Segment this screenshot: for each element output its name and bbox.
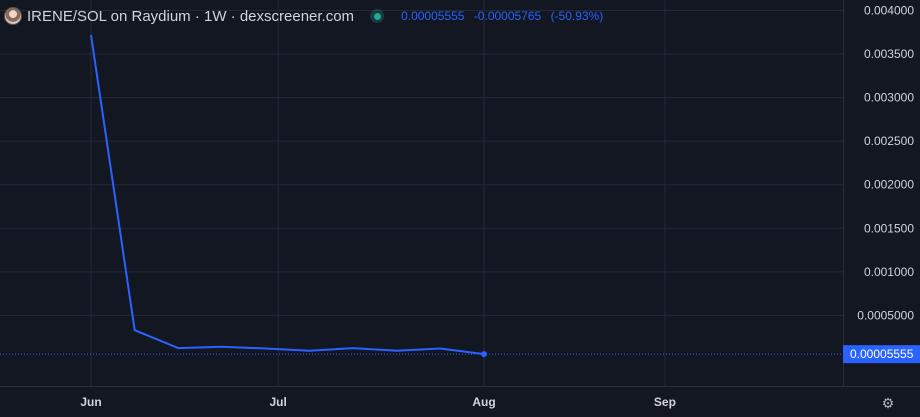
y-tick-label: 0.001000 [864, 265, 914, 279]
x-tick-label: Jul [269, 395, 286, 409]
last-value: 0.00005555 [401, 9, 465, 23]
y-tick-label: 0.001500 [864, 221, 914, 235]
y-tick-label: 0.003500 [864, 47, 914, 61]
x-tick-label: Aug [472, 395, 495, 409]
y-tick-label: 0.004000 [864, 3, 914, 17]
chart-legend: IRENE/SOL on Raydium · 1W · dexscreener.… [4, 5, 603, 27]
change-percent: (-50.93%) [550, 9, 604, 23]
price-chart[interactable]: 0.0005000 0.001000 0.001500 0.002000 0.00250… [0, 0, 920, 417]
price-series-line [90, 34, 485, 356]
token-avatar [4, 7, 22, 25]
x-axis: Jun Jul Aug Sep [0, 386, 920, 409]
status-indicator [370, 9, 385, 23]
last-data-point [481, 351, 487, 358]
x-tick-label: Sep [654, 395, 676, 409]
price-label: 0.00005555 [850, 347, 914, 361]
series-layer [0, 34, 843, 358]
status-dot [373, 12, 381, 20]
x-tick-label: Jun [80, 395, 101, 409]
gear-icon[interactable]: ⚙ [880, 395, 896, 411]
y-tick-label: 0.0005000 [857, 308, 914, 322]
grid [0, 0, 843, 386]
y-tick-label: 0.003000 [864, 91, 914, 105]
y-axis: 0.0005000 0.001000 0.001500 0.002000 0.00250… [843, 0, 920, 386]
y-tick-label: 0.002000 [864, 178, 914, 192]
chart-title: IRENE/SOL on Raydium · 1W · dexscreener.… [27, 7, 355, 25]
price-change: 0.00005555 -0.00005765 (-50.93%) [401, 9, 603, 23]
change-value: -0.00005765 [473, 9, 542, 23]
y-tick-label: 0.002500 [864, 134, 914, 148]
